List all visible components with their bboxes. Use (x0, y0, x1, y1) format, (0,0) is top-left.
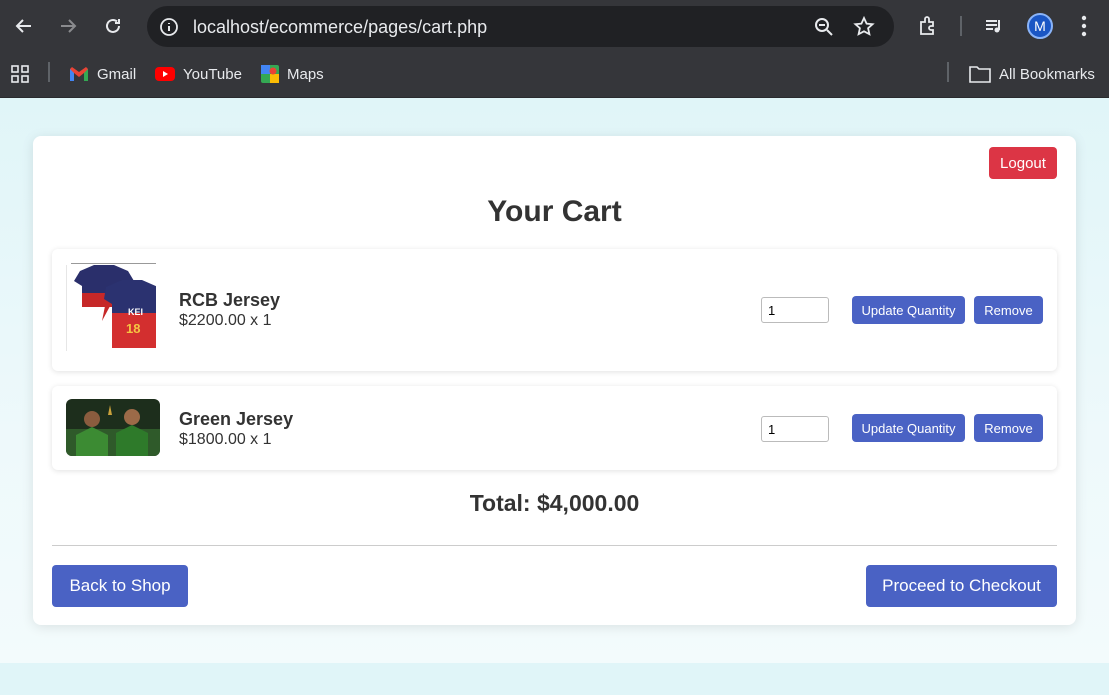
quantity-input[interactable] (761, 297, 829, 323)
quantity-input[interactable] (761, 416, 829, 442)
product-price: $1800.00 x 1 (179, 431, 272, 448)
media-control-icon[interactable] (981, 13, 1007, 39)
remove-button[interactable]: Remove (974, 414, 1043, 442)
bookmark-maps-label: Maps (287, 65, 324, 83)
more-menu-icon[interactable] (1071, 13, 1097, 39)
remove-button[interactable]: Remove (974, 296, 1043, 324)
browser-toolbar: localhost/ecommerce/pages/cart.php M (0, 0, 1109, 52)
youtube-icon (155, 67, 175, 81)
bookmark-maps[interactable]: Maps (261, 63, 324, 85)
url-text: localhost/ecommerce/pages/cart.php (193, 17, 488, 37)
bookmark-gmail-label: Gmail (97, 65, 137, 83)
back-arrow-icon[interactable] (10, 10, 38, 42)
bookmark-youtube[interactable]: YouTube (155, 63, 242, 85)
product-name: Green Jersey (179, 409, 294, 429)
logout-button[interactable]: Logout (989, 147, 1057, 179)
back-to-shop-button[interactable]: Back to Shop (52, 565, 188, 607)
gmail-icon (70, 67, 88, 81)
address-bar[interactable]: localhost/ecommerce/pages/cart.php (147, 6, 894, 47)
update-quantity-button[interactable]: Update Quantity (852, 414, 965, 442)
site-info-icon[interactable] (157, 15, 181, 39)
bookmarks-bar: Gmail YouTube Maps All Bookmarks (0, 52, 1109, 98)
bookmarks-divider (48, 62, 50, 82)
product-price: $2200.00 x 1 (179, 312, 272, 329)
reload-icon[interactable] (99, 10, 127, 42)
product-image-green-jersey (66, 399, 160, 456)
divider (52, 545, 1057, 546)
product-image-rcb-jersey: KEI 18 (65, 262, 164, 353)
svg-text:18: 18 (126, 321, 140, 336)
profile-avatar[interactable]: M (1027, 13, 1053, 39)
bookmark-star-icon[interactable] (852, 15, 876, 39)
cart-item: Green Jersey $1800.00 x 1 Update Quantit… (52, 386, 1057, 470)
page-footer-strip (0, 663, 1109, 695)
forward-arrow-icon[interactable] (54, 10, 82, 42)
zoom-out-icon[interactable] (812, 15, 836, 39)
maps-icon (261, 65, 279, 83)
cart-total: Total: $4,000.00 (469, 490, 640, 516)
all-bookmarks-label: All Bookmarks (999, 65, 1095, 83)
toolbar-divider (960, 16, 962, 36)
all-bookmarks[interactable]: All Bookmarks (969, 63, 1095, 85)
page-title: Your Cart (487, 195, 622, 228)
product-name: RCB Jersey (179, 290, 281, 310)
update-quantity-button[interactable]: Update Quantity (852, 296, 965, 324)
bookmarks-divider-right (947, 62, 949, 82)
proceed-to-checkout-button[interactable]: Proceed to Checkout (866, 565, 1057, 607)
bookmark-youtube-label: YouTube (183, 65, 242, 83)
svg-text:KEI: KEI (128, 307, 143, 317)
cart-item: KEI 18 RCB Jersey $2200.00 x 1 Update Qu… (52, 249, 1057, 371)
bookmark-gmail[interactable]: Gmail (69, 63, 136, 85)
folder-icon (969, 66, 991, 83)
apps-grid-icon[interactable] (10, 63, 30, 85)
extensions-icon[interactable] (915, 13, 941, 39)
cart-container: Logout Your Cart KEI 18 RCB Jersey $2200… (33, 136, 1076, 625)
